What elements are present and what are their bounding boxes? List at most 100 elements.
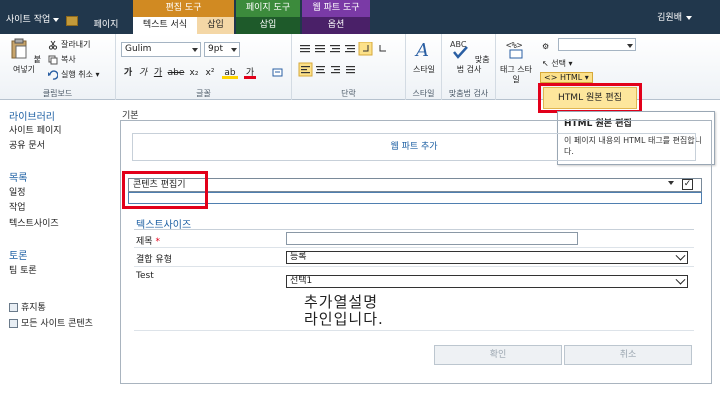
title-input[interactable]	[286, 232, 578, 245]
group-label-paragraph: 단락	[341, 89, 356, 98]
chevron-down-icon	[192, 48, 198, 52]
strikethrough-button[interactable]: abe	[167, 67, 185, 79]
highlight-box-content-editor	[122, 171, 208, 209]
add-webpart-link[interactable]: 웹 파트 추가	[132, 133, 696, 161]
site-content-icon	[9, 319, 18, 328]
nav-libraries[interactable]: 라이브러리	[9, 108, 55, 123]
group-label-spelling: 맞춤법 검사	[448, 89, 489, 98]
paste-button[interactable]: 붙여넣기	[4, 38, 44, 75]
all-content-label: 모든 사이트 콘텐츠	[21, 319, 93, 329]
description-line-2: 라인입니다.	[304, 310, 384, 328]
undo-button[interactable]: 실행 취소 ▾	[48, 69, 100, 80]
subscript-button[interactable]: x₂	[188, 67, 200, 79]
svg-text:ABC: ABC	[450, 40, 467, 49]
font-color-button[interactable]: 가	[244, 67, 256, 79]
tab-insert-page[interactable]: 삽입	[236, 17, 300, 34]
html-label: HTML	[559, 73, 583, 82]
font-family-value: Gulim	[125, 44, 152, 54]
nav-tasks[interactable]: 작업	[9, 200, 26, 213]
bold-button[interactable]: 가	[122, 67, 134, 79]
spelling-button[interactable]: ABC 맞춤법 검사	[448, 38, 490, 75]
group-label-font: 글꼴	[196, 89, 211, 98]
paragraph-buttons[interactable]	[298, 42, 398, 82]
copy-button[interactable]: 복사	[48, 54, 76, 65]
site-actions-label: 사이트 작업	[6, 15, 51, 25]
font-family-select[interactable]: Gulim	[121, 42, 201, 57]
html-tag-icon: <>	[544, 73, 558, 82]
tag-icon: <%>	[506, 41, 523, 59]
test-select[interactable]: 선택1	[286, 274, 688, 288]
node-icon: ⚙	[542, 42, 550, 51]
highlight-button[interactable]: ab	[222, 67, 238, 79]
scissors-icon	[48, 40, 58, 50]
form-row-join: 결합 유형 등록	[134, 248, 694, 267]
cut-button[interactable]: 잘라내기	[48, 39, 90, 50]
new-item-form: 제목 * 결합 유형 등록 Test 선택1 추가열설명 라인입니다.	[134, 229, 694, 331]
user-name: 김원배	[657, 13, 682, 23]
chevron-down-icon	[675, 250, 686, 261]
chevron-down-icon	[231, 48, 237, 52]
cursor-icon: ↖	[542, 59, 549, 68]
nav-recycle-bin[interactable]: 휴지통	[9, 300, 46, 313]
group-font: Gulim 9pt 가 가 가 abe x₂ x² ab 가 글꼴	[116, 34, 292, 100]
content-editor-area[interactable]	[128, 192, 702, 204]
font-size-value: 9pt	[208, 44, 223, 54]
styles-button[interactable]: A 스타일	[408, 38, 440, 75]
ok-button[interactable]: 확인	[434, 345, 562, 365]
undo-icon	[48, 69, 58, 80]
title-label-text: 제목	[136, 237, 153, 247]
nav-textsize[interactable]: 텍스트사이즈	[9, 216, 59, 229]
cut-label: 잘라내기	[61, 40, 91, 49]
nav-site-pages[interactable]: 사이트 페이지	[9, 123, 62, 136]
field-description: 추가열설명 라인입니다.	[304, 294, 384, 328]
chevron-down-icon	[675, 274, 686, 285]
cancel-button[interactable]: 취소	[564, 345, 692, 365]
browse-icon[interactable]	[66, 16, 78, 26]
select-button[interactable]: ↖ 선택 ▾	[542, 58, 573, 69]
nav-discussions[interactable]: 토론	[9, 247, 27, 262]
join-type-select[interactable]: 등록	[286, 250, 688, 264]
spellcheck-icon: ABC	[450, 40, 469, 59]
context-editing-tools: 편집 도구	[133, 0, 234, 17]
recycle-bin-icon	[9, 303, 18, 312]
title-field-label: 제목 *	[136, 234, 160, 247]
font-size-select[interactable]: 9pt	[204, 42, 240, 57]
italic-button[interactable]: 가	[137, 67, 149, 79]
form-row-test: Test 선택1	[134, 267, 694, 331]
nav-all-content[interactable]: 모든 사이트 콘텐츠	[9, 316, 93, 329]
styles-icon: A	[414, 40, 429, 61]
markup-style-select[interactable]	[558, 38, 636, 51]
nav-shared-docs[interactable]: 공유 문서	[9, 138, 45, 151]
html-button[interactable]: <> HTML ▾	[540, 72, 593, 83]
chevron-down-icon	[686, 15, 692, 20]
nav-lists[interactable]: 목록	[9, 169, 27, 184]
nav-team-discussion[interactable]: 팀 토론	[9, 263, 37, 276]
tab-options[interactable]: 옵션	[302, 17, 370, 34]
paste-icon	[11, 38, 27, 59]
required-mark: *	[155, 237, 160, 247]
tab-format-text[interactable]: 텍스트 서식	[133, 17, 197, 34]
superscript-button[interactable]: x²	[204, 67, 216, 79]
copy-icon	[48, 55, 58, 64]
tab-page[interactable]: 페이지	[86, 17, 126, 34]
group-spelling: ABC 맞춤법 검사 맞춤법 검사	[442, 34, 496, 100]
copy-label: 복사	[61, 55, 76, 64]
nav-calendar[interactable]: 일정	[9, 185, 26, 198]
user-menu[interactable]: 김원배	[657, 10, 692, 23]
clear-format-icon[interactable]	[272, 67, 284, 79]
test-value: 선택1	[290, 276, 313, 286]
styles-label: 스타일	[412, 65, 436, 74]
tab-insert[interactable]: 삽입	[197, 17, 234, 34]
webpart-select-checkbox[interactable]: ✓	[682, 179, 693, 190]
select-label: 선택	[551, 59, 566, 68]
chevron-down-icon	[627, 44, 633, 48]
webpart-title-bar: 콘텐츠 편집기	[128, 178, 702, 192]
undo-label: 실행 취소	[61, 70, 93, 79]
test-field-label: Test	[136, 271, 154, 281]
svg-text:A: A	[414, 40, 429, 60]
chevron-down-icon[interactable]	[668, 181, 674, 185]
chevron-down-icon	[53, 17, 60, 22]
underline-button[interactable]: 가	[152, 67, 164, 79]
recycle-label: 휴지통	[21, 303, 46, 313]
tag-styles-button[interactable]: <%> 태그 스타일	[500, 38, 532, 85]
